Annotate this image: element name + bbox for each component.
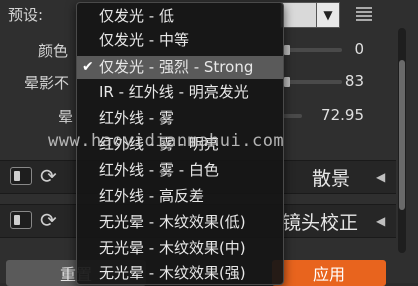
dropdown-item[interactable]: 无光晕 - 木纹效果(低) bbox=[77, 211, 283, 234]
control-value-halo: 72.95 bbox=[321, 106, 364, 124]
dropdown-item[interactable]: 仅发光 - 中等 bbox=[77, 29, 283, 52]
refresh-icon[interactable]: ⟳ bbox=[40, 166, 57, 186]
section-title-bokeh: 散景 bbox=[312, 168, 351, 190]
vignette-slider-knob[interactable] bbox=[284, 77, 290, 87]
control-label-vignette: 晕影不 bbox=[24, 74, 70, 92]
color-slider-knob[interactable] bbox=[284, 45, 290, 55]
control-label-color: 颜色 bbox=[38, 42, 69, 60]
apply-button[interactable]: 应用 bbox=[272, 260, 386, 286]
dropdown-item[interactable]: 仅发光 - 低 bbox=[77, 5, 283, 28]
dropdown-item[interactable]: 红外线 - 雾 - 白色 bbox=[77, 159, 283, 182]
section-bokeh-toggle[interactable] bbox=[10, 167, 32, 185]
dropdown-item[interactable]: 红外线 - 雾 bbox=[77, 107, 283, 130]
preset-select[interactable] bbox=[280, 2, 318, 28]
preset-label: 预设: bbox=[8, 6, 44, 24]
dropdown-item[interactable]: 无光晕 - 木纹效果(中) bbox=[77, 237, 283, 260]
control-value-vignette: 83 bbox=[344, 72, 364, 90]
control-value-color: 0 bbox=[354, 40, 364, 58]
dropdown-item[interactable]: IR - 红外线 - 明亮发光 bbox=[77, 81, 283, 104]
list-menu-icon[interactable] bbox=[356, 5, 372, 23]
refresh-icon[interactable]: ⟳ bbox=[40, 210, 57, 230]
preset-dropdown-button[interactable]: ▼ bbox=[316, 2, 340, 28]
apply-button-label: 应用 bbox=[312, 265, 345, 284]
triangle-down-icon: ▼ bbox=[323, 8, 333, 22]
section-title-lens-correction: 镜头校正 bbox=[282, 212, 359, 234]
dropdown-item[interactable]: 无光晕 - 木纹效果(强) bbox=[77, 262, 283, 284]
halo-slider[interactable] bbox=[282, 114, 302, 118]
dropdown-item[interactable]: 红外线 - 高反差 bbox=[77, 185, 283, 208]
control-label-halo: 晕 bbox=[58, 108, 74, 126]
triangle-left-icon[interactable]: ◀ bbox=[376, 170, 385, 184]
panel-scrollbar-thumb[interactable] bbox=[399, 60, 405, 210]
checkmark-icon: ✔ bbox=[82, 59, 94, 75]
section-lens-toggle[interactable] bbox=[10, 211, 32, 229]
watermark-text: www.haoyidianmahui.com bbox=[48, 131, 285, 151]
triangle-left-icon[interactable]: ◀ bbox=[376, 214, 385, 228]
dropdown-item-selected[interactable]: ✔ 仅发光 - 强烈 - Strong bbox=[77, 56, 283, 79]
